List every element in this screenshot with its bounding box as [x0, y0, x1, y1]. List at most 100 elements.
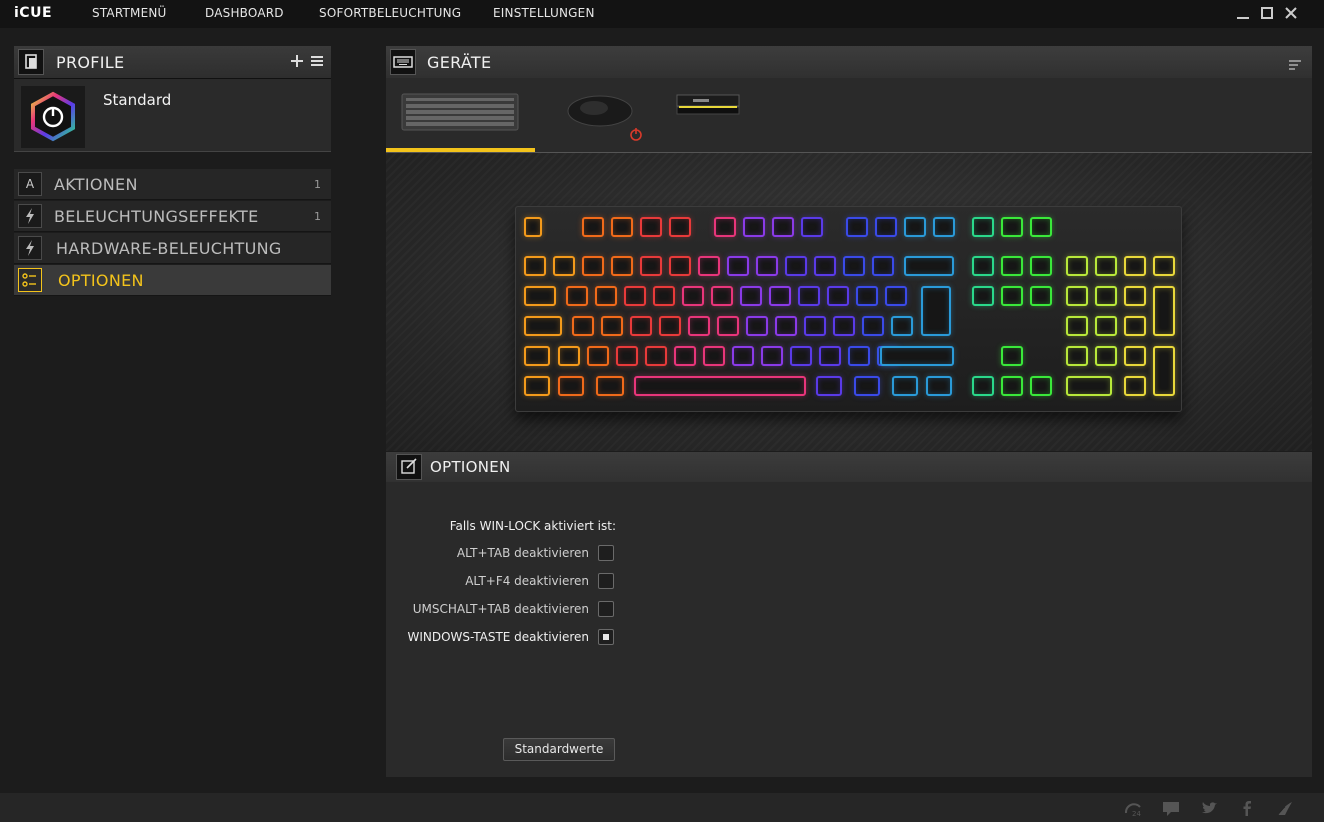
keyboard-key [746, 316, 768, 336]
facebook-icon[interactable] [1238, 799, 1256, 817]
cpuid-icon[interactable]: 24 [1124, 799, 1142, 818]
lightning-icon [18, 204, 42, 228]
device-tab-keyboard[interactable] [386, 78, 535, 152]
minimize-button[interactable] [1234, 4, 1252, 22]
profile-name: Standard [103, 91, 172, 109]
keyboard-key [892, 376, 918, 396]
edit-icon [396, 454, 422, 480]
devices-menu-icon[interactable] [1288, 56, 1302, 70]
keyboard-key [1001, 346, 1023, 366]
option-label-umschalt-tab: UMSCHALT+TAB deaktivieren [412, 602, 589, 616]
keyboard-key [740, 286, 762, 306]
lightning-icon [18, 236, 42, 260]
keyboard-key [524, 346, 550, 366]
options-header: OPTIONEN [386, 452, 1312, 482]
menu-startmenu[interactable]: STARTMENÜ [92, 6, 167, 20]
nav-item-hardware-beleuchtung[interactable]: HARDWARE-BELEUCHTUNG [14, 233, 331, 264]
checkbox-alt-tab[interactable] [598, 545, 614, 561]
profiles-panel: PROFILE Standard A AKTIONEN 1 BELEUCHTUN… [14, 46, 331, 296]
keyboard-key [669, 256, 691, 276]
checkbox-alt-f4[interactable] [598, 573, 614, 589]
winlock-section-label: Falls WIN-LOCK aktiviert ist: [449, 519, 616, 533]
keyboard-key [972, 286, 994, 306]
keyboard-key [761, 346, 783, 366]
device-strip [386, 78, 1312, 153]
keyboard-key [653, 286, 675, 306]
keyboard-key [775, 316, 797, 336]
keyboard-key [862, 316, 884, 336]
keyboard-key [630, 316, 652, 336]
keyboard-key [558, 376, 584, 396]
checkbox-windows-key[interactable] [598, 629, 614, 645]
nav-item-beleuchtungseffekte[interactable]: BELEUCHTUNGSEFFEKTE 1 [14, 201, 331, 232]
twitter-icon[interactable] [1200, 799, 1218, 817]
profiles-header: PROFILE [14, 46, 331, 79]
svg-text:24: 24 [1132, 810, 1141, 817]
keyboard-key [595, 286, 617, 306]
keyboard-key [1095, 346, 1117, 366]
keyboard-key [848, 346, 870, 366]
keyboard-key [572, 316, 594, 336]
chat-icon[interactable] [1162, 799, 1180, 817]
keyboard-key [611, 256, 633, 276]
keyboard-key [1066, 286, 1088, 306]
keyboard-key [1124, 346, 1146, 366]
keyboard-key [553, 256, 575, 276]
app-logo: iCUE [14, 5, 53, 21]
profile-thumbnail-icon [21, 86, 85, 148]
keyboard-key [843, 256, 865, 276]
keyboard-key [524, 316, 562, 336]
keyboard-key [640, 256, 662, 276]
nav-item-optionen[interactable]: OPTIONEN [14, 265, 331, 296]
profile-menu-icon[interactable] [310, 52, 324, 70]
keyboard-key [1001, 256, 1023, 276]
device-preview [386, 153, 1312, 451]
status-bar: 24 [0, 793, 1324, 822]
close-button[interactable] [1282, 4, 1300, 22]
keyboard-image[interactable] [515, 206, 1182, 412]
option-label-alt-tab: ALT+TAB deaktivieren [456, 546, 589, 560]
actions-icon: A [18, 172, 42, 196]
keyboard-key [601, 316, 623, 336]
profile-item-standard[interactable]: Standard [14, 79, 331, 152]
menu-sofortbeleuchtung[interactable]: SOFORTBELEUCHTUNG [319, 6, 461, 20]
keyboard-key [856, 286, 878, 306]
keyboard-key [1001, 376, 1023, 396]
keyboard-key [814, 256, 836, 276]
keyboard-key [1153, 286, 1175, 336]
keyboard-key [624, 286, 646, 306]
add-profile-icon[interactable] [290, 52, 304, 70]
keyboard-key [596, 376, 624, 396]
keyboard-key [819, 346, 841, 366]
keyboard-key [714, 217, 736, 237]
keyboard-key [1030, 286, 1052, 306]
keyboard-key [524, 286, 556, 306]
option-label-alt-f4: ALT+F4 deaktivieren [465, 574, 589, 588]
devices-panel: GERÄTE [386, 46, 1312, 153]
menu-dashboard[interactable]: DASHBOARD [205, 6, 284, 20]
keyboard-key [616, 346, 638, 366]
device-tab-mouse[interactable] [556, 78, 646, 152]
nav-item-label: HARDWARE-BELEUCHTUNG [56, 239, 282, 258]
keyboard-key [1066, 256, 1088, 276]
keyboard-key [904, 217, 926, 237]
keyboard-key [880, 346, 954, 366]
keyboard-key [872, 256, 894, 276]
keyboard-key [1066, 376, 1112, 396]
keyboard-key [816, 376, 842, 396]
checkbox-umschalt-tab[interactable] [598, 601, 614, 617]
reset-defaults-button[interactable]: Standardwerte [503, 738, 615, 761]
keyboard-key [669, 217, 691, 237]
title-bar: iCUE STARTMENÜ DASHBOARD SOFORTBELEUCHTU… [0, 0, 1324, 28]
device-tab-memory[interactable] [671, 78, 741, 152]
keyboard-key [885, 286, 907, 306]
options-title: OPTIONEN [430, 458, 511, 476]
menu-einstellungen[interactable]: EINSTELLUNGEN [493, 6, 595, 20]
corsair-icon[interactable] [1276, 799, 1294, 817]
keyboard-key [659, 316, 681, 336]
keyboard-key [921, 286, 951, 336]
nav-item-aktionen[interactable]: A AKTIONEN 1 [14, 169, 331, 200]
maximize-button[interactable] [1258, 4, 1276, 22]
keyboard-key [1066, 316, 1088, 336]
keyboard-key [875, 217, 897, 237]
